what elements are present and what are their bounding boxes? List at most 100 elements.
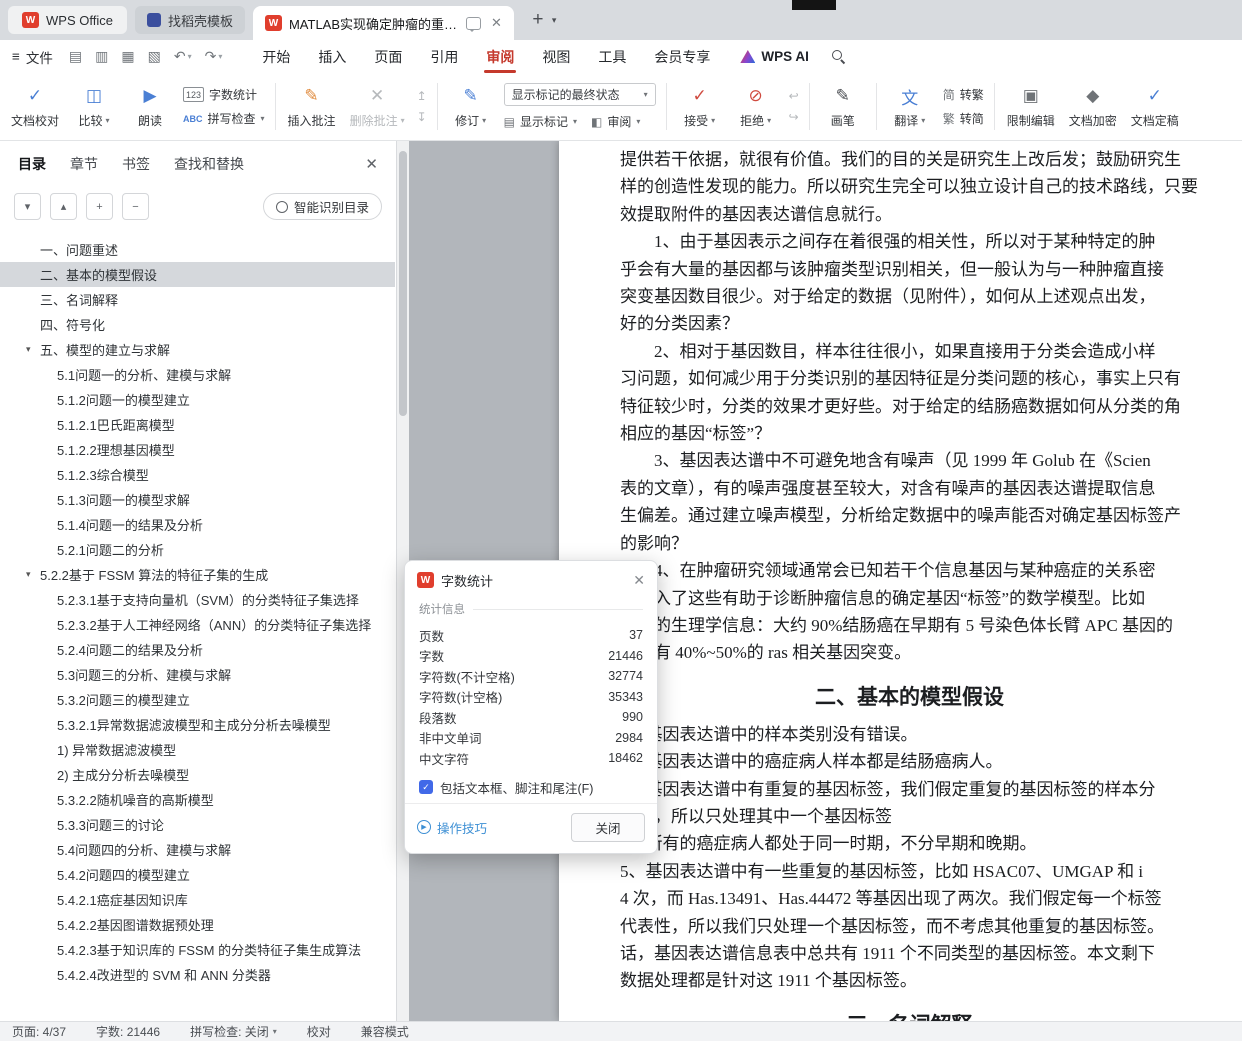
sidebar-tab[interactable]: 目录 (18, 154, 46, 174)
save-icon[interactable]: ▤ (69, 48, 82, 65)
to-traditional-button[interactable]: 简 转繁 (943, 86, 984, 103)
insert-comment-button[interactable]: ✎ 插入批注 (282, 77, 342, 136)
toc-item[interactable]: 5.1.2问题一的模型建立 (0, 387, 395, 412)
accept-change-button[interactable]: ✓ 接受 ▾ (673, 77, 727, 136)
toc-item[interactable]: 5.1问题一的分析、建模与求解 (0, 362, 395, 387)
page-indicator[interactable]: 页面: 4/37 (12, 1023, 66, 1040)
toc-item[interactable]: 5.1.2.2理想基因模型 (0, 437, 395, 462)
export-pdf-icon[interactable]: ▧ (148, 48, 161, 65)
toc-item[interactable]: 5.2.3.1基于支持向量机（SVM）的分类特征子集选择 (0, 587, 395, 612)
tab-list-chevron-icon[interactable]: ▾ (552, 15, 557, 26)
collapse-all-button[interactable]: ▾ (14, 193, 41, 220)
toc-item[interactable]: 一、问题重述 (0, 237, 395, 262)
spell-check-status[interactable]: 拼写检查: 关闭 ▾ (190, 1023, 277, 1040)
toc-item[interactable]: 二、基本的模型假设 (0, 262, 395, 287)
new-tab-button[interactable]: + (526, 9, 550, 31)
toc-item[interactable]: 5.4.2问题四的模型建立 (0, 862, 395, 887)
to-simplified-button[interactable]: 繁 转简 (943, 110, 984, 127)
expand-all-button[interactable]: ▴ (50, 193, 77, 220)
ribbon-tab[interactable]: 会员专享 (640, 40, 724, 73)
toc-item[interactable]: 5.3.2问题三的模型建立 (0, 687, 395, 712)
toc-item[interactable]: 5.1.3问题一的模型求解 (0, 487, 395, 512)
previous-comment-icon[interactable]: ↥ (417, 89, 427, 103)
review-pane-button[interactable]: ◧ 审阅 ▾ (591, 113, 640, 130)
file-menu-button[interactable]: ≡ 文件 (12, 47, 53, 67)
sidebar-tab[interactable]: 查找和替换 (174, 154, 244, 174)
search-icon[interactable] (831, 49, 847, 65)
toc-item[interactable]: 1) 异常数据滤波模型 (0, 737, 395, 762)
toc-item[interactable]: 5.4.2.4改进型的 SVM 和 ANN 分类器 (0, 962, 395, 987)
toc-item[interactable]: 5.4问题四的分析、建模与求解 (0, 837, 395, 862)
toc-item[interactable]: 三、名词解释 (0, 287, 395, 312)
compare-button[interactable]: ◫ 比较 ▾ (67, 77, 121, 136)
close-tab-icon[interactable]: ✕ (491, 15, 502, 31)
previous-change-icon[interactable]: ↩ (789, 89, 799, 103)
toc-expand-icon[interactable]: ▾ (26, 569, 40, 580)
ribbon-tab[interactable]: 页面 (360, 40, 416, 73)
encrypt-document-button[interactable]: ◆ 文档加密 (1063, 77, 1123, 136)
toc-item[interactable]: 5.4.2.2基因图谱数据预处理 (0, 912, 395, 937)
compatibility-mode-indicator[interactable]: 兼容模式 (361, 1023, 409, 1040)
toc-item[interactable]: 四、符号化 (0, 312, 395, 337)
next-change-icon[interactable]: ↪ (789, 110, 799, 124)
word-count-button[interactable]: 123 字数统计 (183, 86, 265, 103)
toc-item[interactable]: 5.3.3问题三的讨论 (0, 812, 395, 837)
include-footnotes-checkbox[interactable]: ✓ 包括文本框、脚注和尾注(F) (419, 778, 643, 797)
toc-item[interactable]: 5.3.2.2随机噪音的高斯模型 (0, 787, 395, 812)
ink-brush-button[interactable]: ✎ 画笔 (816, 77, 870, 136)
ribbon-tab[interactable]: 引用 (416, 40, 472, 73)
toc-item[interactable]: 5.1.2.3综合模型 (0, 462, 395, 487)
toc-item[interactable]: 5.3问题三的分析、建模与求解 (0, 662, 395, 687)
close-sidebar-icon[interactable]: ✕ (365, 155, 378, 173)
document-page[interactable]: 提供若干依据，就很有价值。我们的目的关是研究生上改后发；鼓励研究生 样的创造性发… (559, 141, 1242, 1021)
zoom-in-button[interactable]: + (86, 193, 113, 220)
ribbon-tab[interactable]: 工具 (584, 40, 640, 73)
reject-change-button[interactable]: ⊘ 拒绝 ▾ (729, 77, 783, 136)
next-comment-icon[interactable]: ↧ (417, 110, 427, 124)
ribbon-tab[interactable]: 开始 (248, 40, 304, 73)
sidebar-tab[interactable]: 章节 (70, 154, 98, 174)
toc-expand-icon[interactable]: ▾ (26, 344, 40, 355)
document-tab-active[interactable]: W MATLAB实现确定肿瘤的重要... ✕ (252, 6, 514, 40)
undo-button[interactable]: ↶ ▾ (174, 48, 192, 65)
toc-item[interactable]: 5.2.4问题二的结果及分析 (0, 637, 395, 662)
toc-item[interactable]: ▾ 5.2.2基于 FSSM 算法的特征子集的生成 (0, 562, 395, 587)
redo-button[interactable]: ↷ ▾ (205, 48, 223, 65)
docer-template-tab[interactable]: 找稻壳模板 (134, 6, 245, 34)
wps-ai-button[interactable]: WPS AI (740, 49, 809, 64)
spell-check-button[interactable]: ABC 拼写检查 ▾ (183, 110, 265, 127)
zoom-out-button[interactable]: − (122, 193, 149, 220)
finalize-document-button[interactable]: ✓ 文档定稿 (1125, 77, 1185, 136)
print-preview-icon[interactable]: ▦ (121, 48, 134, 65)
close-dialog-icon[interactable]: ✕ (633, 572, 645, 589)
print-icon[interactable]: ▥ (95, 48, 108, 65)
smart-toc-button[interactable]: 智能识别目录 (262, 193, 382, 220)
translate-button[interactable]: 文 翻译 ▾ (883, 77, 937, 136)
restrict-editing-button[interactable]: ▣ 限制编辑 (1001, 77, 1061, 136)
proofing-status[interactable]: 校对 (307, 1023, 331, 1040)
word-count-indicator[interactable]: 字数: 21446 (96, 1023, 160, 1040)
dialog-title-bar[interactable]: W 字数统计 ✕ (405, 561, 657, 599)
toc-item[interactable]: ▾ 五、模型的建立与求解 (0, 337, 395, 362)
ribbon-tab[interactable]: 审阅 (472, 40, 528, 73)
scrollbar-thumb[interactable] (399, 151, 407, 416)
toc-item[interactable]: 5.1.2.1巴氏距离模型 (0, 412, 395, 437)
read-aloud-button[interactable]: ▶ 朗读 (123, 77, 177, 136)
sidebar-tab[interactable]: 书签 (122, 154, 150, 174)
markup-state-dropdown[interactable]: 显示标记的最终状态 ▾ (503, 83, 656, 106)
toc-item[interactable]: 5.1.4问题一的结果及分析 (0, 512, 395, 537)
toc-item[interactable]: 5.2.1问题二的分析 (0, 537, 395, 562)
home-tab[interactable]: W WPS Office (8, 6, 127, 34)
toc-item[interactable]: 5.2.3.2基于人工神经网络（ANN）的分类特征子集选择 (0, 612, 395, 637)
tips-link[interactable]: ▶ 操作技巧 (417, 818, 487, 837)
ribbon-tab[interactable]: 插入 (304, 40, 360, 73)
show-markup-button[interactable]: ▤ 显示标记 ▾ (504, 113, 577, 130)
doc-proof-button[interactable]: ✓ 文档校对 (5, 77, 65, 136)
close-button[interactable]: 关闭 (571, 812, 645, 842)
toc-item[interactable]: 5.4.2.1癌症基因知识库 (0, 887, 395, 912)
toc-item[interactable]: 5.3.2.1异常数据滤波模型和主成分分析去噪模型 (0, 712, 395, 737)
delete-comment-button[interactable]: ✕ 删除批注 ▾ (344, 77, 411, 136)
toc-item[interactable]: 2) 主成分分析去噪模型 (0, 762, 395, 787)
ribbon-tab[interactable]: 视图 (528, 40, 584, 73)
track-changes-button[interactable]: ✎ 修订 ▾ (444, 77, 498, 136)
